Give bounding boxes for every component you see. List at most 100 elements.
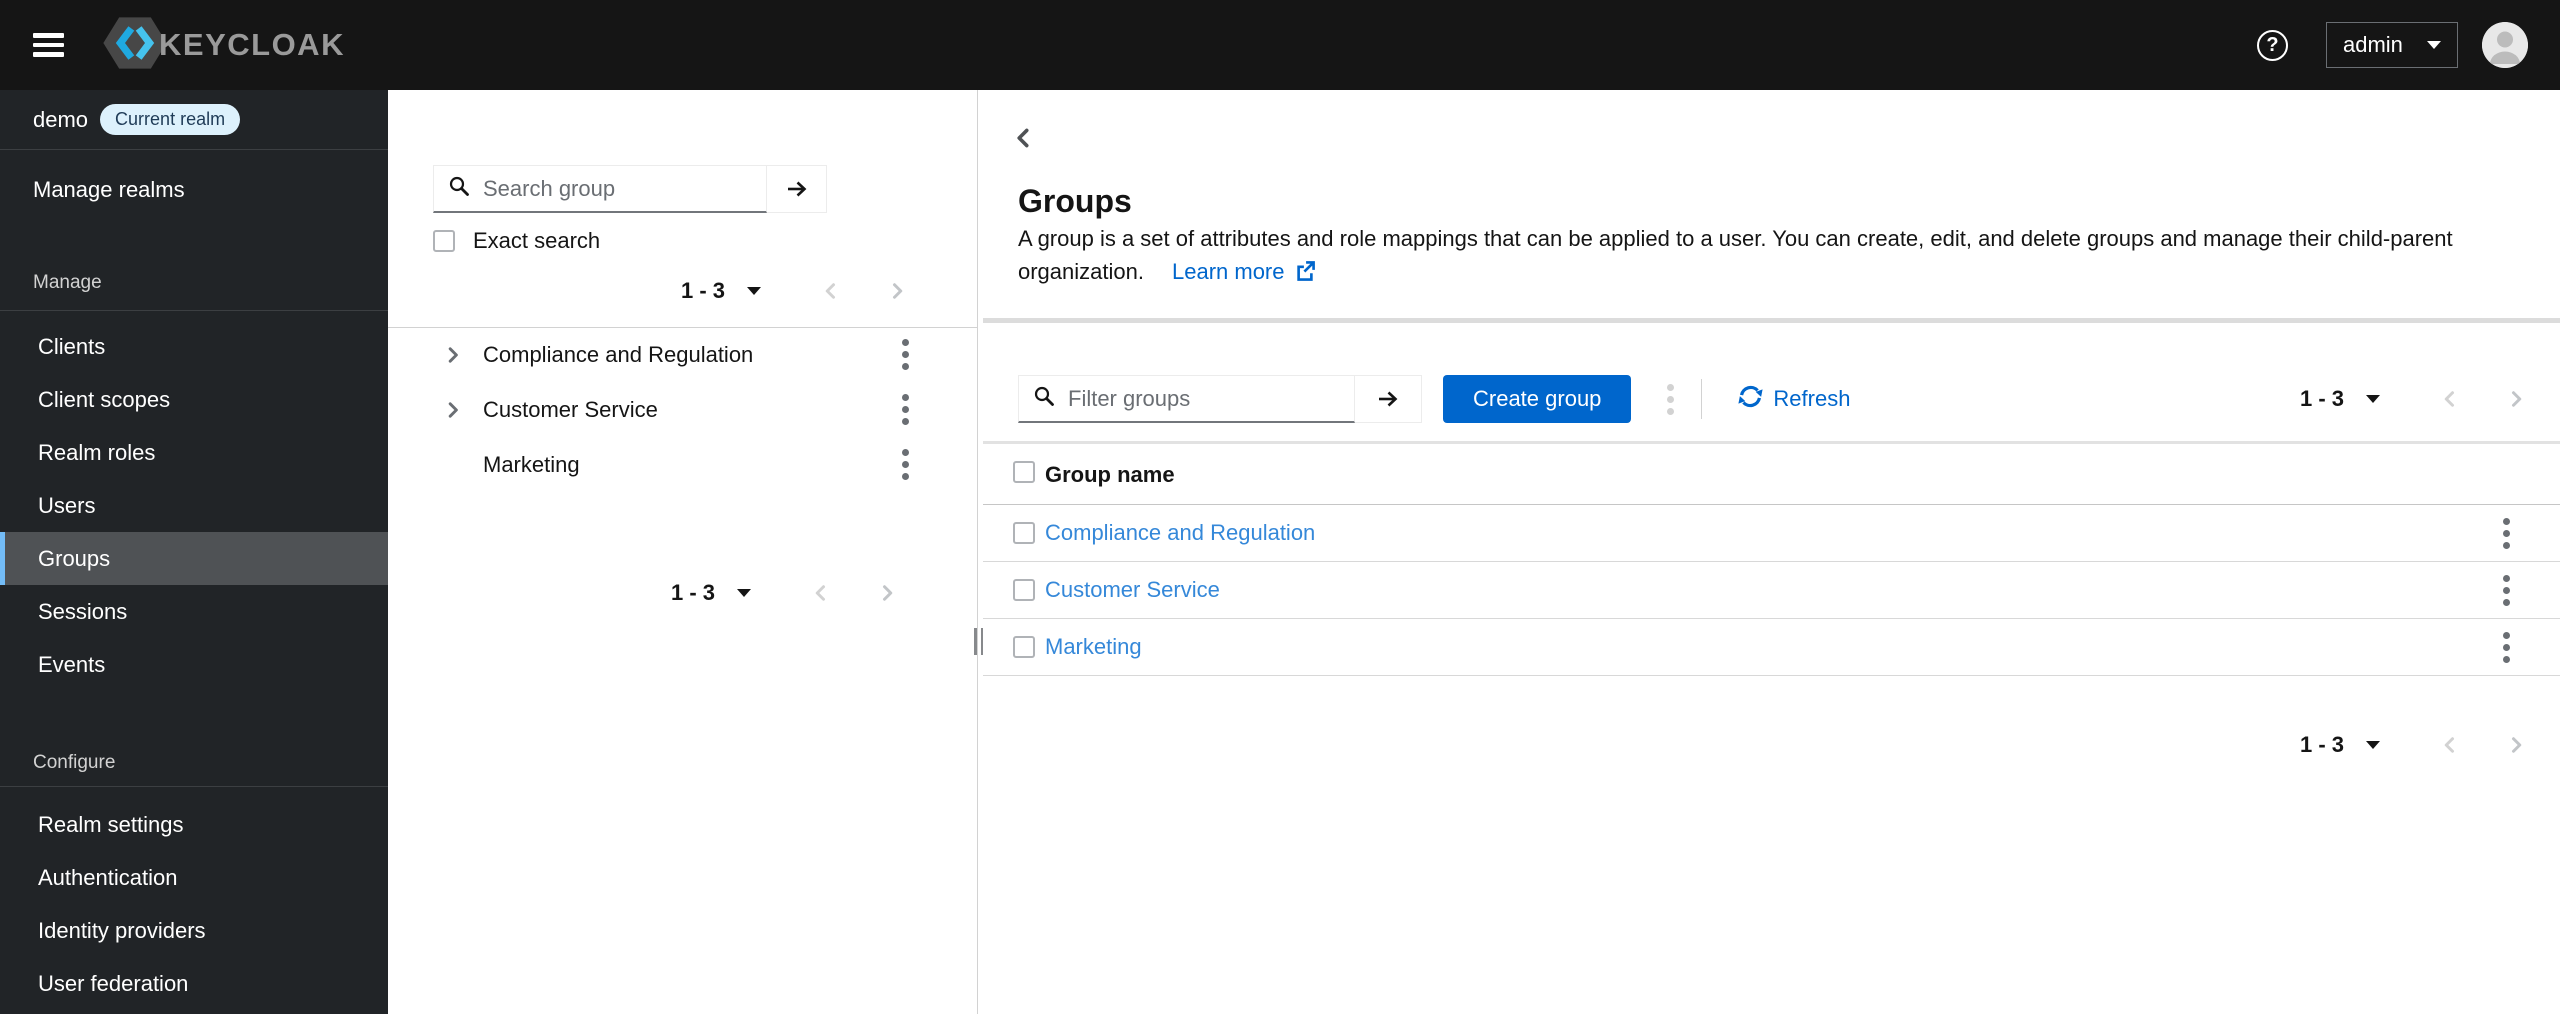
divider — [1701, 379, 1703, 419]
keycloak-hexagon-icon — [103, 15, 167, 76]
divider — [983, 441, 2560, 444]
keycloak-logo: KEYCLOAK — [103, 15, 345, 76]
groups-table: Group name Compliance and Regulation Cus… — [983, 445, 2560, 676]
select-all-checkbox[interactable] — [1013, 460, 1035, 483]
kebab-menu-button[interactable] — [892, 333, 919, 376]
row-kebab-menu-button[interactable] — [2493, 512, 2520, 555]
section-label: Manage — [33, 272, 102, 293]
realm-selector[interactable]: demo Current realm — [0, 90, 388, 150]
sidebar-item-events[interactable]: Events — [0, 638, 388, 691]
sidebar-item-realm-roles[interactable]: Realm roles — [0, 426, 388, 479]
tree-group-row: Customer Service — [388, 382, 977, 437]
pagination-menu-caret-icon[interactable] — [2366, 395, 2380, 403]
refresh-icon — [1738, 384, 1764, 415]
external-link-icon — [1294, 258, 1316, 291]
row-kebab-menu-button[interactable] — [2493, 626, 2520, 669]
filter-groups — [1018, 375, 1422, 423]
row-checkbox[interactable] — [1013, 636, 1035, 658]
sidebar: demo Current realm Manage realms Manage … — [0, 90, 388, 1014]
kebab-menu-button[interactable] — [892, 388, 919, 431]
sidebar-item-groups[interactable]: Groups — [0, 532, 388, 585]
nav-list: Clients Client scopes Realm roles Users Grou… — [0, 311, 388, 691]
group-link[interactable]: Compliance and Regulation — [1045, 520, 1315, 546]
refresh-label: Refresh — [1773, 386, 1851, 411]
pagination-prev-button[interactable] — [2440, 389, 2460, 409]
masthead-actions: ? admin — [2257, 22, 2560, 68]
pagination-range: 1 - 3 — [2299, 386, 2344, 411]
row-checkbox[interactable] — [1013, 522, 1035, 544]
pagination-next-button[interactable] — [887, 281, 907, 301]
tree-group-row: Marketing — [388, 437, 977, 492]
group-name: Marketing — [483, 451, 580, 477]
search-icon — [1033, 385, 1055, 412]
exact-search-checkbox[interactable] — [433, 230, 455, 252]
sidebar-item-authentication[interactable]: Authentication — [0, 851, 388, 904]
pagination-next-button[interactable] — [2506, 389, 2526, 409]
refresh-button[interactable]: Refresh — [1738, 384, 1850, 415]
sidebar-item-client-scopes[interactable]: Client scopes — [0, 373, 388, 426]
sidebar-item-users[interactable]: Users — [0, 479, 388, 532]
current-realm-badge: Current realm — [100, 104, 241, 135]
toolbar-kebab-menu-button[interactable] — [1657, 378, 1684, 421]
tree-pagination-bottom: 1 - 3 — [388, 573, 977, 613]
pagination-prev-button[interactable] — [821, 281, 841, 301]
table-row: Marketing — [983, 619, 2560, 676]
keycloak-admin-console: KEYCLOAK ? admin demo Current realm Mana… — [0, 0, 2560, 1014]
chevron-right-icon[interactable] — [443, 401, 463, 419]
section-label: Configure — [33, 752, 116, 773]
pagination-menu-caret-icon[interactable] — [747, 287, 761, 295]
filter-submit-button[interactable] — [1355, 375, 1422, 423]
sidebar-section-configure: Configure Realm settings Authentication Id… — [0, 748, 388, 1010]
table-pagination-top: 1 - 3 — [2300, 386, 2526, 412]
pagination-next-button[interactable] — [877, 583, 897, 603]
sidebar-section-manage: Manage Clients Client scopes Realm roles Us… — [0, 268, 388, 691]
nav-list: Realm settings Authentication Identity pro… — [0, 787, 388, 1010]
chevron-right-icon[interactable] — [443, 346, 463, 364]
filter-groups-inputbox[interactable] — [1018, 375, 1355, 423]
group-name: Customer Service — [483, 396, 658, 422]
sidebar-item-clients[interactable]: Clients — [0, 320, 388, 373]
group-search-input[interactable] — [483, 175, 752, 202]
realm-name: demo — [33, 106, 89, 132]
create-group-button[interactable]: Create group — [1443, 375, 1632, 423]
avatar — [2482, 22, 2528, 68]
group-search-inputbox[interactable] — [433, 165, 767, 213]
user-menu-dropdown[interactable]: admin — [2326, 22, 2458, 68]
pagination-next-button[interactable] — [2506, 735, 2526, 755]
search-submit-button[interactable] — [767, 165, 827, 213]
pagination-prev-button[interactable] — [2440, 735, 2460, 755]
groups-tree: Compliance and Regulation Customer Servi… — [388, 327, 977, 492]
exact-search-label: Exact search — [473, 228, 601, 253]
row-kebab-menu-button[interactable] — [2493, 569, 2520, 612]
pagination-range: 1 - 3 — [670, 580, 715, 605]
main-content: Groups A group is a set of attributes an… — [983, 90, 2560, 1014]
table-row: Customer Service — [983, 562, 2560, 619]
nav-toggle-button[interactable] — [33, 28, 67, 62]
pagination-range: 1 - 3 — [2299, 732, 2344, 757]
kebab-menu-button[interactable] — [892, 443, 919, 486]
pagination-menu-caret-icon[interactable] — [737, 589, 751, 597]
collapse-panel-button[interactable] — [1011, 125, 1037, 151]
group-link[interactable]: Marketing — [1045, 634, 1142, 660]
sidebar-item-user-federation[interactable]: User federation — [0, 957, 388, 1010]
learn-more-link[interactable]: Learn more — [1172, 259, 1316, 284]
brand-text: KEYCLOAK — [159, 27, 345, 62]
table-pagination-bottom: 1 - 3 — [983, 721, 2560, 769]
sidebar-item-sessions[interactable]: Sessions — [0, 585, 388, 638]
table-toolbar: Create group Refresh 1 - 3 — [1018, 375, 2560, 423]
filter-groups-input[interactable] — [1068, 385, 1340, 412]
chevron-down-icon — [2427, 41, 2441, 49]
help-icon[interactable]: ? — [2257, 29, 2288, 61]
table-header-row: Group name — [983, 445, 2560, 505]
group-name: Compliance and Regulation — [483, 341, 754, 367]
sidebar-item-realm-settings[interactable]: Realm settings — [0, 798, 388, 851]
group-link[interactable]: Customer Service — [1045, 577, 1220, 603]
search-icon — [448, 175, 470, 202]
sidebar-item-manage-realms[interactable]: Manage realms — [0, 162, 388, 218]
sidebar-item-identity-providers[interactable]: Identity providers — [0, 904, 388, 957]
pagination-menu-caret-icon[interactable] — [2366, 741, 2380, 749]
page-description: A group is a set of attributes and role … — [1018, 222, 2478, 291]
pagination-prev-button[interactable] — [811, 583, 831, 603]
row-checkbox[interactable] — [1013, 579, 1035, 601]
tree-group-row: Compliance and Regulation — [388, 327, 977, 382]
